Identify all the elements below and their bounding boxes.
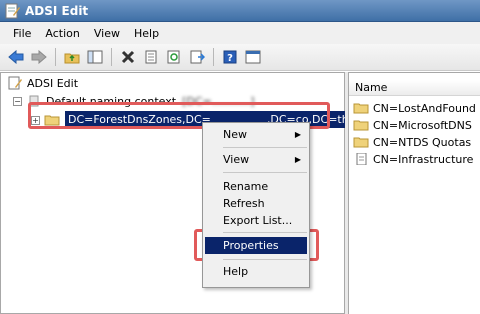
list-item-label: CN=Infrastructure — [373, 152, 474, 166]
list-item[interactable]: CN=Infrastructure — [353, 151, 473, 167]
menu-item-view-label: View — [223, 153, 250, 166]
properties-sheet-icon[interactable] — [141, 47, 161, 67]
menu-item-refresh-label: Refresh — [223, 197, 265, 210]
list-item[interactable]: CN=LostAndFound — [353, 100, 476, 116]
console-icon[interactable] — [243, 47, 263, 67]
document-icon — [356, 153, 367, 165]
menu-item-view[interactable]: View ▶ — [205, 151, 307, 168]
tree-context-node[interactable]: − Default naming context [DC=...........… — [13, 93, 255, 109]
export-list-icon[interactable] — [187, 47, 207, 67]
tree-context-blurred: [DC=...........] — [182, 94, 255, 108]
menu-item-rename-label: Rename — [223, 180, 269, 193]
menu-item-new[interactable]: New ▶ — [205, 126, 307, 143]
toolbar-separator — [213, 48, 214, 66]
menu-item-properties-label: Properties — [223, 239, 279, 252]
submenu-arrow-icon: ▶ — [294, 155, 301, 164]
context-menu: New ▶ View ▶ Rename Refresh Export List.… — [202, 122, 310, 288]
menu-file[interactable]: File — [6, 25, 38, 42]
menu-item-export-list-label: Export List... — [223, 214, 293, 227]
menu-separator — [223, 259, 307, 260]
menu-bar: File Action View Help — [0, 22, 480, 44]
column-header-name[interactable]: Name — [349, 80, 480, 96]
menu-view[interactable]: View — [87, 25, 127, 42]
list-item-label: CN=LostAndFound — [373, 101, 476, 115]
menu-separator — [223, 172, 307, 173]
toolbar: ? — [0, 44, 480, 71]
menu-help[interactable]: Help — [127, 25, 166, 42]
list-item-label: CN=NTDS Quotas — [373, 135, 472, 149]
delete-icon[interactable] — [118, 47, 138, 67]
tree-root-label: ADSI Edit — [27, 76, 79, 90]
show-hide-tree-icon[interactable] — [85, 47, 105, 67]
forward-arrow-icon[interactable] — [29, 47, 49, 67]
svg-text:?: ? — [227, 53, 233, 64]
details-pane[interactable]: Name CN=LostAndFound CN=MicrosoftDNS CN=… — [348, 72, 480, 314]
window-title: ADSI Edit — [25, 3, 89, 18]
naming-context-icon — [29, 95, 39, 107]
tree-root[interactable]: ADSI Edit — [7, 75, 78, 91]
menu-action[interactable]: Action — [38, 25, 86, 42]
menu-separator — [223, 147, 307, 148]
refresh-icon[interactable] — [164, 47, 184, 67]
up-folder-icon[interactable] — [62, 47, 82, 67]
adsi-edit-icon — [5, 3, 20, 18]
toolbar-separator — [55, 48, 56, 66]
menu-item-help[interactable]: Help — [205, 263, 307, 280]
list-item-label: CN=MicrosoftDNS — [373, 118, 472, 132]
tree-context-label: Default naming context — [46, 94, 177, 108]
toolbar-separator — [111, 48, 112, 66]
folder-icon — [353, 137, 369, 148]
expand-toggle[interactable]: + — [31, 115, 40, 125]
menu-item-properties[interactable]: Properties — [205, 237, 307, 254]
folder-icon — [44, 115, 60, 126]
menu-separator — [223, 232, 307, 233]
menu-item-rename[interactable]: Rename — [205, 178, 307, 195]
submenu-arrow-icon: ▶ — [294, 130, 301, 139]
folder-icon — [353, 120, 369, 131]
menu-item-refresh[interactable]: Refresh — [205, 195, 307, 212]
menu-item-help-label: Help — [223, 265, 249, 278]
collapse-toggle[interactable]: − — [13, 96, 22, 106]
tree-child-node[interactable]: + — [31, 112, 64, 128]
menu-item-new-label: New — [223, 128, 247, 141]
menu-item-export-list[interactable]: Export List... — [205, 212, 307, 229]
list-item[interactable]: CN=NTDS Quotas — [353, 134, 471, 150]
selected-node-prefix: DC=ForestDnsZones,DC= — [68, 113, 211, 126]
folder-icon — [353, 103, 369, 114]
adsi-edit-icon — [8, 76, 22, 90]
title-bar: ADSI Edit — [0, 0, 480, 22]
help-icon[interactable]: ? — [220, 47, 240, 67]
back-arrow-icon[interactable] — [6, 47, 26, 67]
list-item[interactable]: CN=MicrosoftDNS — [353, 117, 472, 133]
